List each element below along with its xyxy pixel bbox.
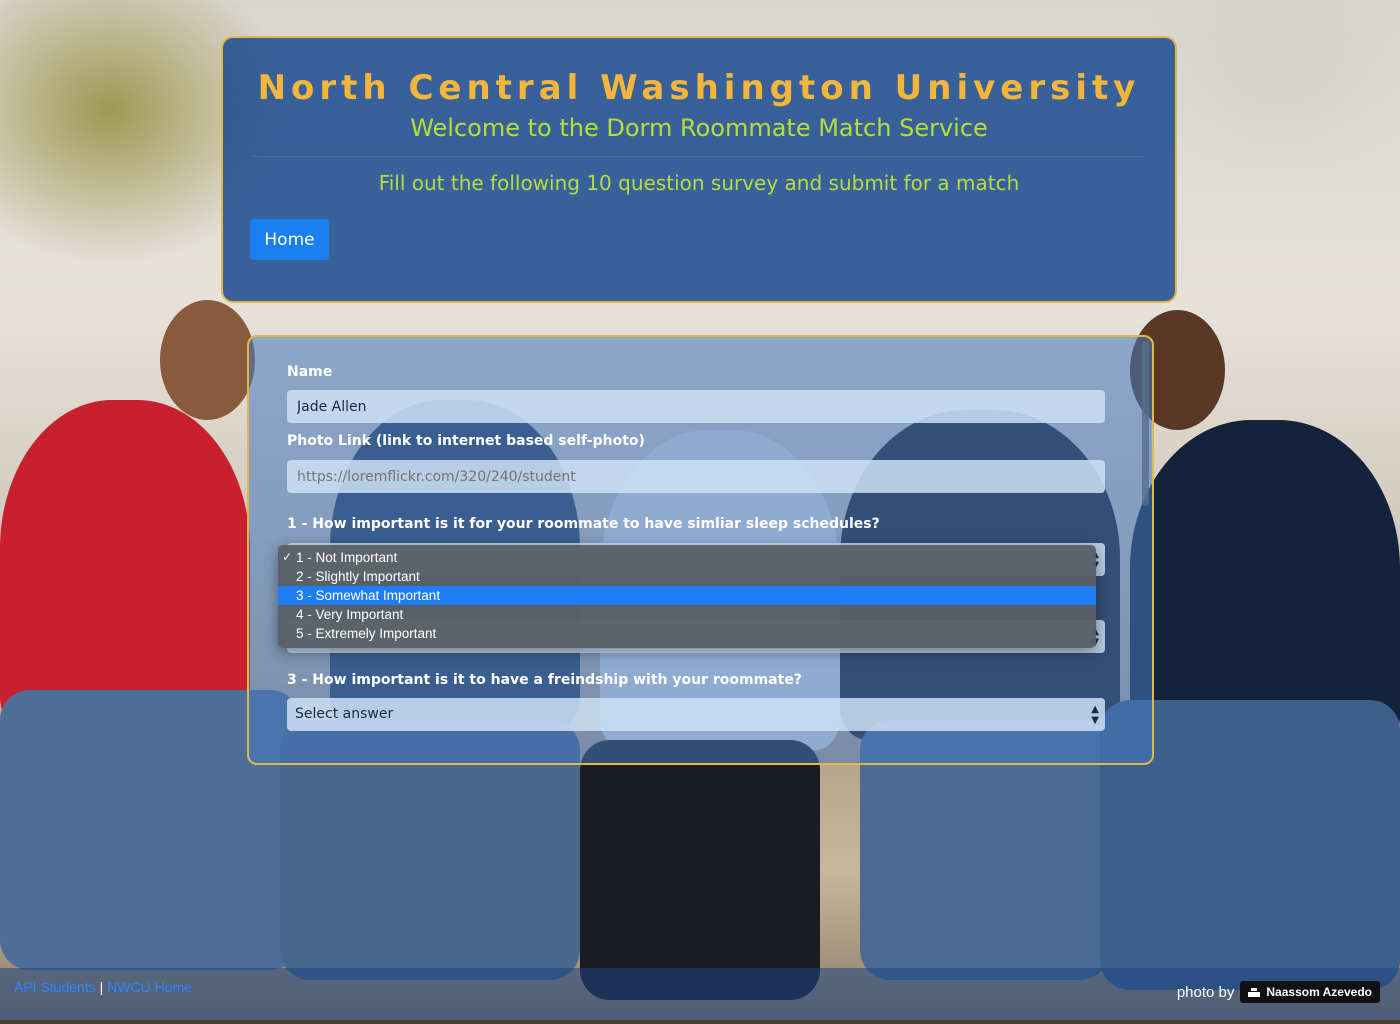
dropdown-option[interactable]: 4 - Very Important (278, 605, 1096, 624)
dropdown-option-label: 2 - Slightly Important (296, 569, 420, 584)
header-divider (253, 156, 1145, 157)
dropdown-option-label: 3 - Somewhat Important (296, 588, 441, 603)
home-button[interactable]: Home (250, 219, 329, 260)
dropdown-option-highlighted[interactable]: 3 - Somewhat Important (278, 586, 1096, 605)
select-arrows-icon: ▲▼ (1091, 704, 1099, 726)
photo-link-field[interactable] (287, 460, 1105, 493)
survey-instructions: Fill out the following 10 question surve… (378, 171, 1020, 195)
welcome-heading: Welcome to the Dorm Roommate Match Servi… (410, 114, 988, 142)
footer-links: API Students | NWCU Home (14, 979, 192, 995)
form-scrollbar[interactable] (1142, 341, 1149, 506)
question-1-label: 1 - How important is it for your roommat… (287, 516, 880, 532)
photo-credit: photo by Naassom Azevedo (1177, 981, 1380, 1003)
bottom-strip (0, 1020, 1400, 1024)
name-field[interactable] (287, 390, 1105, 423)
question-3-value: Select answer (295, 706, 394, 722)
dropdown-option-label: 1 - Not Important (296, 550, 398, 565)
dropdown-option-label: 5 - Extremely Important (296, 626, 437, 641)
photographer-name: Naassom Azevedo (1266, 985, 1372, 999)
dropdown-option[interactable]: 2 - Slightly Important (278, 567, 1096, 586)
nwcu-home-link[interactable]: NWCU Home (107, 979, 192, 995)
name-label: Name (287, 364, 333, 380)
photographer-badge[interactable]: Naassom Azevedo (1240, 981, 1380, 1003)
photo-by-text: photo by (1176, 983, 1235, 1001)
header-panel: North Central Washington University Welc… (221, 36, 1177, 303)
api-students-link[interactable]: API Students (14, 979, 96, 995)
question-3-select[interactable]: Select answer ▲ ▼ (287, 698, 1105, 731)
dropdown-option-label: 4 - Very Important (296, 607, 404, 622)
checkmark-icon: ✓ (282, 550, 293, 564)
question-3-label: 3 - How important is it to have a freind… (287, 672, 802, 688)
dropdown-option[interactable]: ✓ 1 - Not Important (278, 548, 1096, 567)
photo-link-label: Photo Link (link to internet based self-… (287, 433, 645, 449)
footer-bar: API Students | NWCU Home photo by Naasso… (0, 968, 1400, 1020)
dropdown-option[interactable]: 5 - Extremely Important (278, 624, 1096, 643)
university-title: North Central Washington University (257, 68, 1141, 108)
question-1-dropdown-menu[interactable]: ✓ 1 - Not Important 2 - Slightly Importa… (278, 545, 1096, 648)
camera-icon (1248, 987, 1261, 997)
footer-separator: | (99, 979, 104, 995)
